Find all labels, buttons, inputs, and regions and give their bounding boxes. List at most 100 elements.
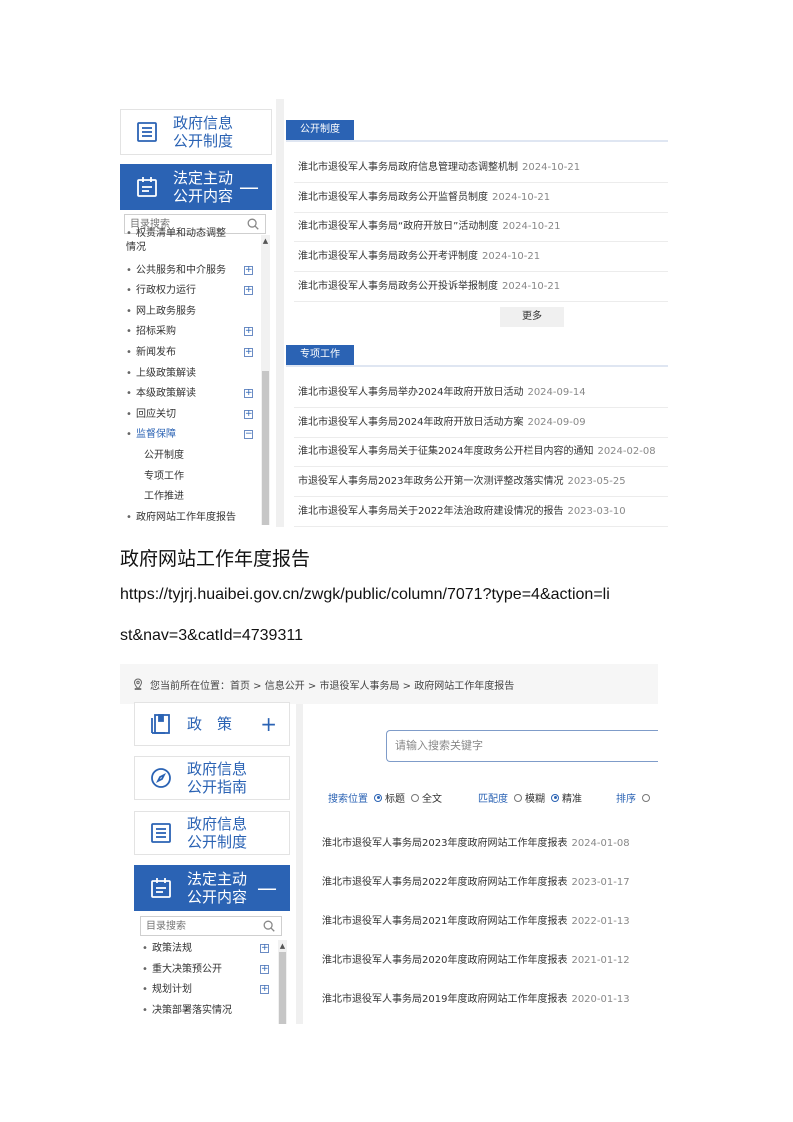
expand-icon[interactable]: +	[244, 327, 253, 337]
radio-exact[interactable]	[551, 793, 559, 802]
calendar-icon	[151, 878, 171, 898]
report-item[interactable]: 淮北市退役军人事务局2019年度政府网站工作年度报表 2020-01-13	[322, 993, 630, 1006]
report-title[interactable]: 淮北市退役军人事务局2022年度政府网站工作年度报表	[322, 877, 567, 888]
article-title[interactable]: 淮北市退役军人事务局政务公开投诉举报制度	[298, 281, 498, 292]
tree-scrollbar[interactable]: ▲	[278, 940, 287, 1024]
tree-item[interactable]: • 网上政务服务	[126, 305, 196, 319]
article-date: 2024-09-14	[527, 387, 586, 398]
report-item[interactable]: 淮北市退役军人事务局2023年度政府网站工作年度报表 2024-01-08	[322, 837, 630, 850]
nav-label: 政府信息 公开制度	[173, 114, 234, 150]
panel-tab[interactable]: 公开制度	[286, 120, 354, 140]
tree-subitem[interactable]: 工作推进	[126, 490, 184, 504]
report-title[interactable]: 淮北市退役军人事务局2019年度政府网站工作年度报表	[322, 994, 567, 1005]
report-item[interactable]: 淮北市退役军人事务局2021年度政府网站工作年度报表 2022-01-13	[322, 915, 630, 928]
article-item[interactable]: 淮北市退役军人事务局关于2022年法治政府建设情况的报告 2023-03-10	[298, 505, 626, 518]
tree-item[interactable]: • 决策部署落实情况	[142, 1004, 232, 1018]
tree-item[interactable]: • 回应关切	[126, 408, 176, 422]
keyword-search-input[interactable]: 请输入搜索关键字	[386, 730, 658, 762]
bullet-icon: •	[142, 943, 148, 954]
tree-subitem[interactable]: 专项工作	[126, 470, 184, 484]
article-item[interactable]: 淮北市退役军人事务局2024年政府开放日活动方案 2024-09-09	[298, 416, 586, 429]
article-title[interactable]: 淮北市退役军人事务局政府信息管理动态调整机制	[298, 162, 518, 173]
more-button[interactable]: 更多	[500, 307, 564, 327]
report-title[interactable]: 淮北市退役军人事务局2023年度政府网站工作年度报表	[322, 838, 567, 849]
article-item[interactable]: 市退役军人事务局2023年政务公开第一次测评整改落实情况 2023-05-25	[298, 475, 626, 488]
tree-item[interactable]: • 本级政策解读	[126, 387, 196, 401]
article-title[interactable]: 市退役军人事务局2023年政务公开第一次测评整改落实情况	[298, 476, 563, 487]
breadcrumb-text: 您当前所在位置：首页 > 信息公开 > 市退役军人事务局 > 政府网站工作年度报…	[150, 680, 515, 692]
expand-icon[interactable]: +	[244, 389, 253, 399]
scroll-up-icon[interactable]: ▲	[261, 237, 270, 246]
catalog-search[interactable]	[140, 916, 282, 936]
nav-disclosure-system[interactable]: 政府信息 公开制度	[120, 109, 272, 155]
list-icon	[137, 122, 157, 142]
search-icon[interactable]	[262, 919, 276, 933]
panel-tab[interactable]: 专项工作	[286, 345, 354, 365]
expand-icon[interactable]: +	[260, 964, 269, 974]
expand-icon[interactable]: +	[260, 714, 277, 734]
article-title[interactable]: 淮北市退役军人事务局关于征集2024年度政务公开栏目内容的通知	[298, 446, 593, 457]
catalog-search-input[interactable]	[141, 917, 262, 935]
expand-icon[interactable]: +	[244, 265, 253, 275]
article-title[interactable]: 淮北市退役军人事务局关于2022年法治政府建设情况的报告	[298, 506, 563, 517]
tree-item[interactable]: • 规划计划	[142, 983, 192, 997]
article-item[interactable]: 淮北市退役军人事务局举办2024年政府开放日活动 2024-09-14	[298, 386, 586, 399]
article-item[interactable]: 淮北市退役军人事务局“政府开放日”活动制度 2024-10-21	[298, 220, 561, 233]
expand-icon[interactable]: +	[244, 348, 253, 357]
article-item[interactable]: 淮北市退役军人事务局政务公开投诉举报制度 2024-10-21	[298, 280, 560, 293]
tree-item[interactable]: • 招标采购	[126, 325, 176, 339]
nav-label: 法定主动 公开内容	[173, 169, 234, 205]
nav-disclosure-system[interactable]: 政府信息 公开制度	[134, 811, 290, 855]
tree-item[interactable]: • 政策法规	[142, 942, 192, 956]
report-item[interactable]: 淮北市退役军人事务局2022年度政府网站工作年度报表 2023-01-17	[322, 876, 630, 889]
tree-item-label: 公共服务和中介服务	[136, 264, 226, 276]
article-item[interactable]: 淮北市退役军人事务局政务公开监督员制度 2024-10-21	[298, 191, 550, 204]
nav-disclosure-guide[interactable]: 政府信息 公开指南	[134, 756, 290, 800]
nav-policy[interactable]: 政 策 +	[134, 702, 290, 746]
article-title[interactable]: 淮北市退役军人事务局政务公开监督员制度	[298, 192, 488, 203]
collapse-icon[interactable]: —	[239, 177, 259, 197]
calendar-icon	[137, 177, 157, 197]
scroll-thumb[interactable]	[262, 371, 269, 525]
tree-item[interactable]: • 监督保障	[126, 428, 176, 442]
article-title[interactable]: 淮北市退役军人事务局2024年政府开放日活动方案	[298, 417, 523, 428]
scroll-thumb[interactable]	[279, 952, 286, 1024]
tree-item-label: 权责清单和动态调整情况	[126, 228, 226, 253]
tree-item-label: 监督保障	[136, 429, 176, 441]
radio-sort[interactable]	[642, 793, 650, 802]
radio-fulltext[interactable]	[411, 793, 419, 802]
radio-fuzzy[interactable]	[514, 793, 522, 802]
expand-icon[interactable]: +	[244, 409, 253, 419]
article-item[interactable]: 淮北市退役军人事务局政务公开考评制度 2024-10-21	[298, 250, 540, 263]
article-title[interactable]: 淮北市退役军人事务局“政府开放日”活动制度	[298, 221, 498, 232]
search-icon[interactable]	[246, 217, 260, 231]
collapse-icon[interactable]: −	[244, 430, 253, 440]
nav-legal-disclosure[interactable]: 法定主动 公开内容 —	[134, 865, 290, 911]
radio-title[interactable]	[374, 793, 382, 802]
expand-icon[interactable]: +	[260, 944, 269, 953]
tree-subitem[interactable]: 公开制度	[126, 449, 184, 463]
article-item[interactable]: 淮北市退役军人事务局关于征集2024年度政务公开栏目内容的通知 2024-02-0…	[298, 445, 656, 458]
expand-icon[interactable]: +	[260, 985, 269, 995]
tree-item-label: 行政权力运行	[136, 285, 196, 297]
expand-icon[interactable]: +	[244, 286, 253, 296]
article-title[interactable]: 淮北市退役军人事务局举办2024年政府开放日活动	[298, 387, 523, 398]
article-title[interactable]: 淮北市退役军人事务局政务公开考评制度	[298, 251, 478, 262]
tree-item[interactable]: • 权责清单和动态调整情况	[126, 227, 230, 253]
tree-item[interactable]: • 上级政策解读	[126, 367, 196, 381]
item-separator	[294, 300, 668, 302]
tree-item[interactable]: • 重大决策预公开	[142, 963, 222, 977]
tree-item[interactable]: • 行政权力运行	[126, 284, 196, 298]
tree-item[interactable]: • 新闻发布	[126, 346, 176, 360]
scroll-up-icon[interactable]: ▲	[278, 942, 287, 951]
nav-legal-disclosure[interactable]: 法定主动 公开内容 —	[120, 164, 272, 210]
report-title[interactable]: 淮北市退役军人事务局2020年度政府网站工作年度报表	[322, 955, 567, 966]
tree-item[interactable]: • 政府网站工作年度报告	[126, 511, 236, 525]
article-item[interactable]: 淮北市退役军人事务局政府信息管理动态调整机制 2024-10-21	[298, 161, 580, 174]
tree-item[interactable]: • 公共服务和中介服务	[126, 264, 226, 278]
report-item[interactable]: 淮北市退役军人事务局2020年度政府网站工作年度报表 2021-01-12	[322, 954, 630, 967]
tree-scrollbar[interactable]: ▲	[261, 235, 270, 525]
tree-item-label: 重大决策预公开	[152, 963, 222, 975]
collapse-icon[interactable]: —	[257, 878, 277, 898]
report-title[interactable]: 淮北市退役军人事务局2021年度政府网站工作年度报表	[322, 916, 567, 927]
